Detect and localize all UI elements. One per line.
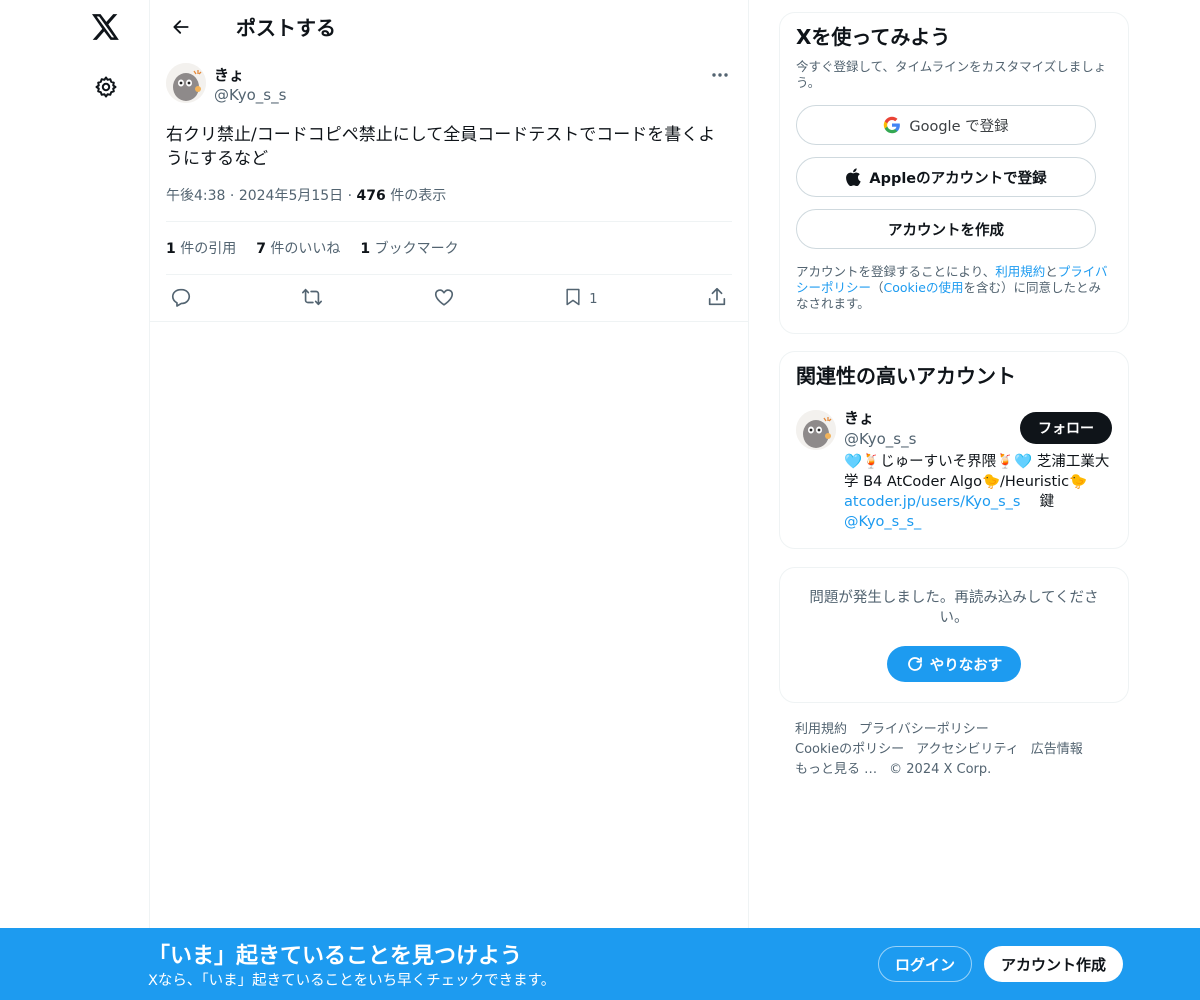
bio-mention[interactable]: @Kyo_s_s_ [844, 514, 921, 530]
tweet: きょ @Kyo_s_s 右クリ禁止/コードコピペ禁止にして全員コードテストでコー… [150, 63, 748, 323]
bookmarks-stat[interactable]: 1 ブックマーク [360, 238, 458, 258]
bio-link[interactable]: atcoder.jp/users/Kyo_s_s [844, 494, 1020, 510]
likes-stat[interactable]: 7 件のいいね [256, 238, 340, 258]
bio-lock-text [1025, 494, 1040, 510]
likes-count: 7 [256, 241, 266, 257]
google-signup-button[interactable]: Google で登録 [796, 105, 1096, 145]
author-name[interactable]: きょ [214, 65, 286, 85]
page-title: ポストする [236, 16, 336, 40]
retry-label: やりなおす [929, 657, 1003, 674]
x-logo-icon[interactable] [87, 8, 125, 46]
terms-link[interactable]: 利用規約 [995, 264, 1045, 279]
meta-dot: · [229, 188, 239, 204]
divider [150, 321, 748, 322]
error-card: 問題が発生しました。再読み込みしてください。 やりなおす [779, 567, 1129, 703]
views-count: 476 [356, 188, 386, 204]
tweet-text: 右クリ禁止/コードコピペ禁止にして全員コードテストでコードを書くようにするなど [166, 125, 716, 169]
tweet-actions: 1 [166, 275, 732, 323]
footer-copyright: © 2024 X Corp. [889, 762, 992, 777]
create-account-label: アカウントを作成 [888, 222, 1004, 239]
legal-paren: （ [871, 280, 884, 295]
related-bio: 🩵🍹じゅーすいそ界隈🍹🩵 芝浦工業大学 B4 AtCoder Algo🐤/Heu… [844, 452, 1112, 532]
like-button[interactable] [433, 286, 455, 312]
reply-button[interactable] [170, 286, 192, 312]
footer-links: 利用規約 プライバシーポリシー Cookieのポリシー アクセシビリティ 広告情報 も… [795, 720, 1115, 780]
bookmarks-count: 1 [360, 241, 371, 257]
create-account-button[interactable]: アカウントを作成 [796, 209, 1096, 249]
tweet-date[interactable]: 2024年5月15日 [239, 188, 343, 204]
login-button[interactable]: ログイン [878, 946, 972, 982]
quotes-count: 1 [166, 241, 176, 257]
footer-ads[interactable]: 広告情報 [1031, 742, 1083, 757]
tweet-time[interactable]: 午後4:38 [166, 188, 225, 204]
main-column: ポストする きょ @Kyo_s_s 右クリ禁止/コードコピペ禁止にして全員コード… [149, 0, 749, 1000]
refresh-icon [906, 655, 924, 673]
related-accounts-card: 関連性の高いアカウント きょ @Kyo_s_s 🩵🍹じゅーすいそ界隈🍹🩵 芝浦工… [779, 351, 1129, 549]
footer-more[interactable]: もっと見る … [795, 762, 877, 777]
likes-label: 件のいいね [270, 241, 341, 257]
more-options-icon[interactable] [708, 65, 732, 85]
google-signup-label: Google で登録 [909, 118, 1009, 135]
apple-signup-button[interactable]: Appleのアカウントで登録 [796, 157, 1096, 197]
tweet-stats: 1 件の引用 7 件のいいね 1 ブックマーク [166, 222, 732, 275]
share-icon [706, 286, 728, 312]
heart-icon [433, 286, 455, 312]
tweet-meta: 午後4:38 · 2024年5月15日 · 476 件の表示 [166, 186, 732, 222]
repost-icon [300, 286, 324, 312]
bookmark-button[interactable]: 1 [563, 286, 598, 312]
legal-pre: アカウントを登録することにより、 [796, 264, 996, 279]
arrow-left-icon[interactable] [164, 10, 198, 44]
legal-and: と [1045, 264, 1058, 279]
bookmark-count: 1 [589, 291, 598, 307]
footer-terms[interactable]: 利用規約 [795, 722, 847, 737]
follow-button[interactable]: フォロー [1020, 412, 1112, 444]
gear-icon[interactable] [89, 70, 123, 104]
reply-icon [170, 286, 192, 312]
meta-dot: · [347, 188, 357, 204]
banner-subtitle: Xなら、「いま」起きていることをいち早くチェックできます。 [148, 973, 556, 989]
footer-privacy[interactable]: プライバシーポリシー [859, 722, 989, 737]
signup-title: Xを使ってみよう [796, 25, 951, 49]
views-label: 件の表示 [390, 188, 447, 204]
cookie-link[interactable]: Cookieの使用 [884, 280, 964, 295]
bio-lock: 鍵 [1039, 494, 1055, 510]
footer-cookie[interactable]: Cookieのポリシー [795, 742, 904, 757]
avatar[interactable] [796, 410, 836, 450]
left-nav [0, 0, 150, 1000]
share-button[interactable] [706, 286, 728, 312]
bio-text: 🩵🍹じゅーすいそ界隈🍹🩵 芝浦工業大学 B4 AtCoder Algo🐤/Heu… [844, 454, 1110, 490]
bookmarks-label: ブックマーク [374, 241, 459, 257]
footer-accessibility[interactable]: アクセシビリティ [916, 742, 1019, 757]
error-message: 問題が発生しました。再読み込みしてください。 [809, 590, 1099, 626]
signup-subtitle: 今すぐ登録して、タイムラインをカスタマイズしましょう。 [796, 59, 1107, 90]
signup-banner: 「いま」起きていることを見つけよう Xなら、「いま」起きていることをいち早くチェ… [0, 928, 1200, 1000]
top-bar: ポストする [150, 0, 748, 53]
google-icon [883, 116, 901, 134]
apple-signup-label: Appleのアカウントで登録 [869, 170, 1047, 187]
related-user[interactable]: きょ @Kyo_s_s 🩵🍹じゅーすいそ界隈🍹🩵 芝浦工業大学 B4 AtCod… [796, 408, 1112, 532]
quotes-label: 件の引用 [180, 241, 237, 257]
banner-signup-button[interactable]: アカウント作成 [984, 946, 1123, 982]
avatar[interactable] [166, 63, 206, 103]
author-handle[interactable]: @Kyo_s_s [214, 85, 286, 105]
banner-title: 「いま」起きていることを見つけよう [148, 944, 523, 969]
repost-button[interactable] [300, 286, 324, 312]
bookmark-icon [563, 286, 583, 312]
signup-card: Xを使ってみよう 今すぐ登録して、タイムラインをカスタマイズしましょう。 Goo… [779, 12, 1129, 334]
related-title: 関連性の高いアカウント [796, 364, 1016, 388]
retry-button[interactable]: やりなおす [887, 646, 1021, 682]
tweet-author: きょ @Kyo_s_s [166, 63, 732, 111]
legal-notice: アカウントを登録することにより、利用規約とプライバシーポリシー（Cookieの使… [796, 264, 1112, 312]
apple-icon [845, 168, 861, 186]
quotes-stat[interactable]: 1 件の引用 [166, 238, 236, 258]
